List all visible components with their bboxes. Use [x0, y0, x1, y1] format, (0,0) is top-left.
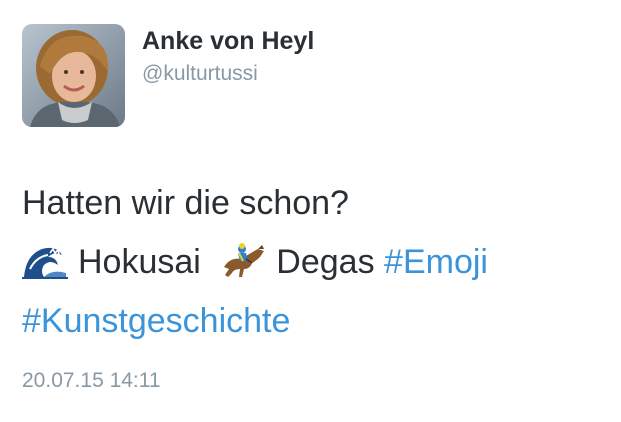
tweet-line-2: Hokusai Degas #Emoji — [22, 233, 612, 292]
tweet-line-1: Hatten wir die schon? — [22, 184, 349, 222]
hashtag-kunstgeschichte-link[interactable]: #Kunstgeschichte — [22, 302, 290, 340]
avatar[interactable] — [22, 24, 125, 127]
tweet-line-3: #Kunstgeschichte — [22, 292, 612, 351]
avatar-photo — [22, 24, 125, 127]
horse-racing-icon — [220, 239, 266, 279]
hashtag-emoji-link[interactable]: #Emoji — [384, 243, 488, 281]
author-handle[interactable]: @kulturtussi — [142, 62, 258, 86]
tweet-timestamp[interactable]: 20.07.15 14:11 — [22, 369, 161, 393]
tweet-text: Hatten wir die schon? Hokusai Degas #Emo… — [22, 174, 612, 351]
water-wave-icon — [22, 239, 68, 279]
word-hokusai: Hokusai — [78, 243, 201, 281]
word-degas: Degas — [276, 243, 375, 281]
tweet-card: Anke von Heyl @kulturtussi Hatten wir di… — [0, 0, 621, 422]
author-name[interactable]: Anke von Heyl — [142, 27, 314, 56]
